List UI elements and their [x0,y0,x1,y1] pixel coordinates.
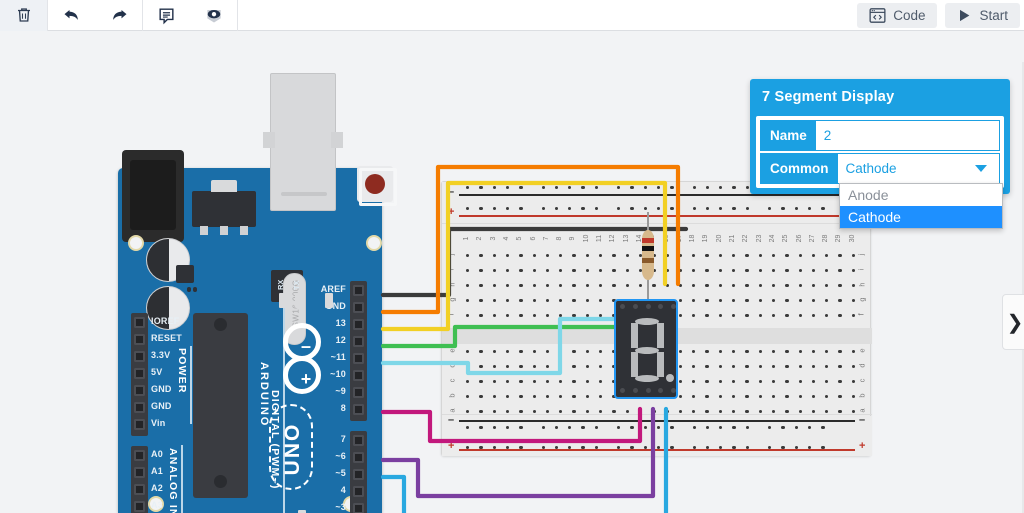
segment-f [631,323,638,348]
property-row-common[interactable]: Common Cathode [760,153,1000,184]
start-simulation-button[interactable]: Start [945,2,1020,28]
name-input[interactable]: 2 [815,121,999,150]
segment-b [657,323,664,348]
redo-button[interactable] [95,0,142,31]
seven-segment-display[interactable] [614,299,678,399]
code-window-icon [869,7,886,23]
segment-g [635,346,659,354]
notes-icon [159,7,174,24]
toolbar-left-group [0,0,238,31]
notes-button[interactable] [143,0,190,31]
properties-popup[interactable]: 7 Segment Display Name 2 Common Cathode [750,79,1010,194]
resistor-lead-bottom [647,278,649,300]
decimal-point [666,374,674,382]
undo-button[interactable] [48,0,95,31]
undo-icon [64,10,78,20]
resistor-lead-top [647,212,649,232]
segment-c [657,352,664,377]
wire-6[interactable] [380,406,643,444]
toolbar: Code Start [0,0,1024,31]
resistor[interactable] [641,212,655,300]
redo-icon [112,10,126,20]
toolbar-right-group: Code Start [857,2,1024,28]
segment-d [635,375,659,382]
segment-a [635,318,659,325]
segment-e [631,352,638,377]
resistor-band-1 [642,238,654,243]
chevron-right-icon: ❯ [1006,311,1024,334]
delete-button[interactable] [0,0,47,31]
design-canvas[interactable]: SW16.000G IOREF RESET 3.3V 5V GND GND Vi… [0,31,1024,513]
start-button-label: Start [979,7,1008,23]
common-select-value: Cathode [845,161,897,176]
common-dropdown-list[interactable]: Anode Cathode [839,183,1003,229]
dropdown-option-anode[interactable]: Anode [840,184,1002,206]
resistor-band-2 [642,246,654,251]
play-icon [960,9,970,21]
dropdown-option-cathode[interactable]: Cathode [840,206,1002,228]
wire-3[interactable] [380,406,656,499]
wire-12[interactable] [380,164,681,315]
wire-10[interactable] [380,299,655,349]
common-select[interactable]: Cathode [837,154,999,183]
property-key-common: Common [761,154,838,183]
eye-icon [206,10,221,23]
seven-segment-pins-bottom[interactable] [620,388,676,394]
code-button-label: Code [893,7,926,23]
resistor-band-3 [642,258,654,263]
properties-body: Name 2 Common Cathode [756,116,1004,188]
chevron-down-icon[interactable] [975,165,987,172]
seven-segment-pins-top[interactable] [620,304,676,310]
property-row-name[interactable]: Name 2 [760,120,1000,151]
circuit-editor: Code Start IOREF RESET 3.3V 5V GND GND V… [0,0,1024,513]
property-key-name: Name [761,121,816,150]
expand-panel-handle[interactable]: ❯ [1002,294,1024,350]
trash-icon [17,8,30,22]
properties-title: 7 Segment Display [762,89,895,105]
code-button[interactable]: Code [857,2,938,28]
visibility-button[interactable] [190,0,237,31]
